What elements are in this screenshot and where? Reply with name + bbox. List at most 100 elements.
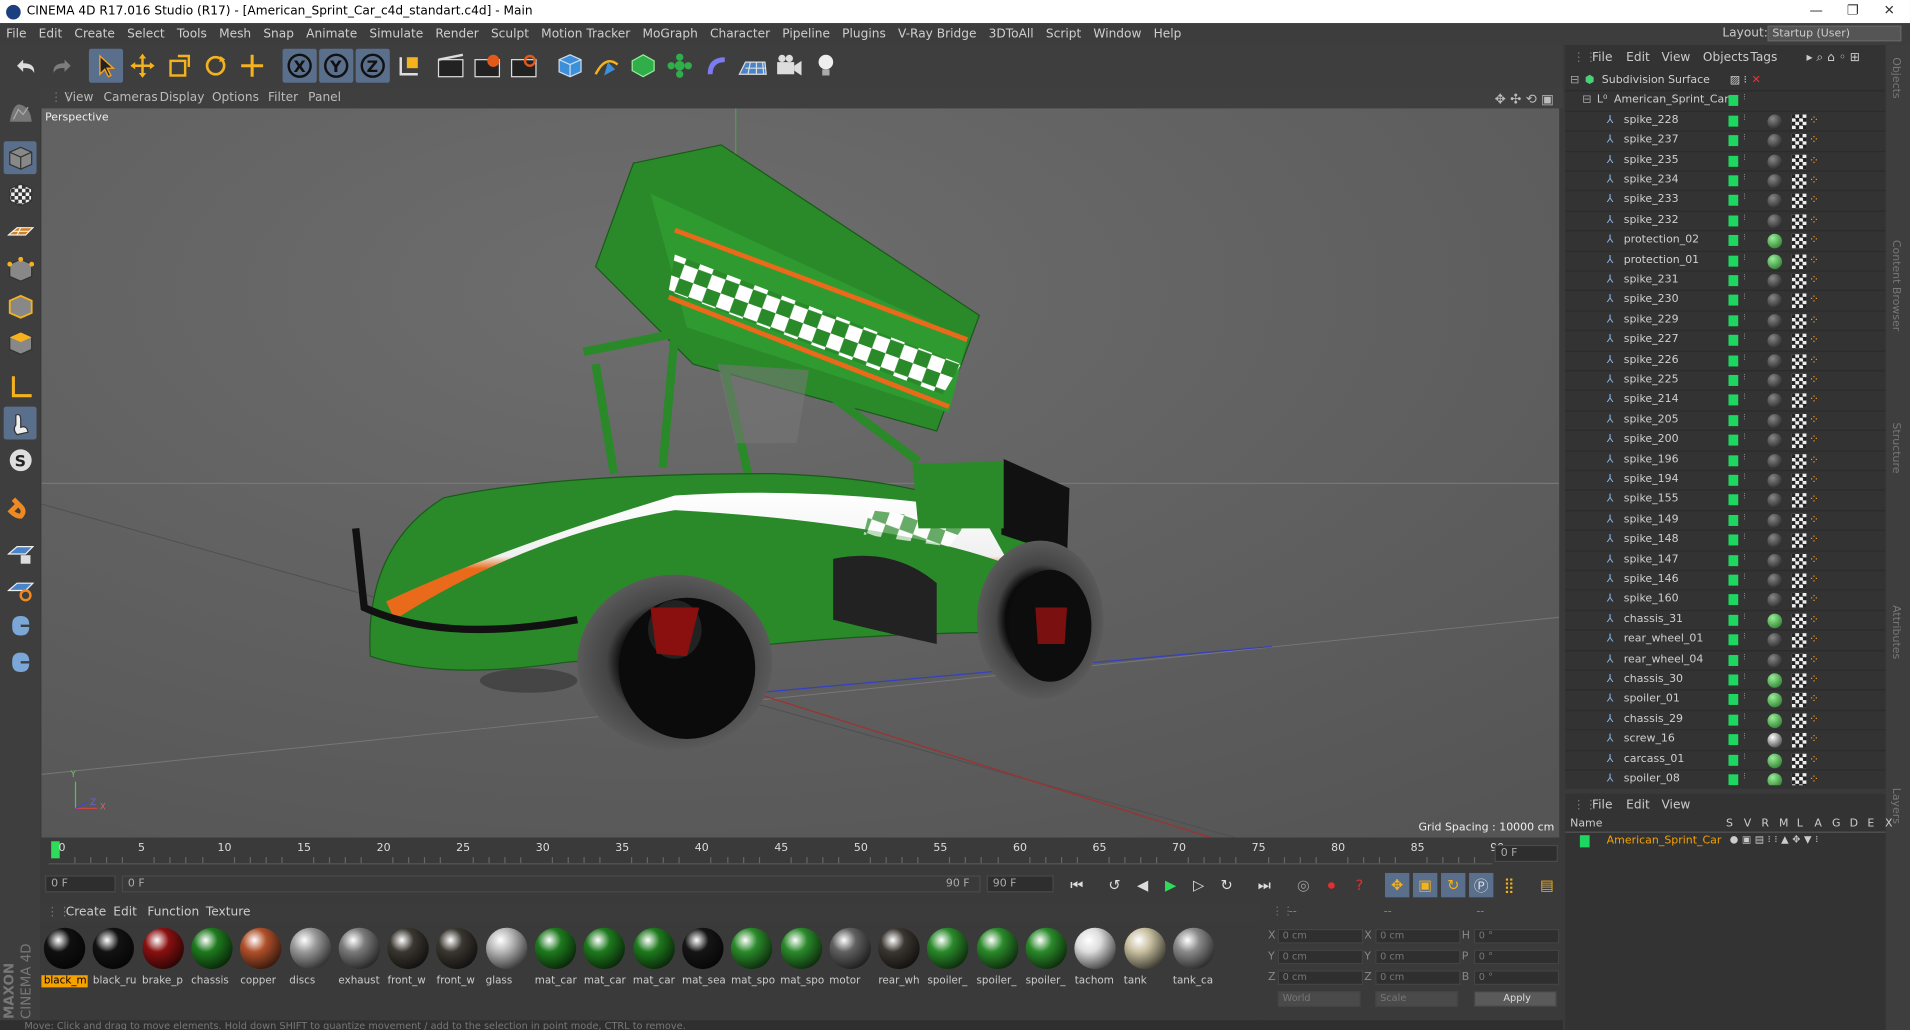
- layer-color-swatch[interactable]: [1728, 335, 1739, 346]
- visibility-dots-icon[interactable]: ⁝: [1743, 353, 1748, 367]
- tree-item[interactable]: ⅄ chassis_30 ⁝ ⁘: [1565, 671, 1886, 691]
- uvw-tag-icon[interactable]: [1791, 273, 1807, 289]
- move-icon[interactable]: [125, 49, 159, 83]
- material-swatch[interactable]: exhaust: [336, 925, 382, 987]
- menu-render[interactable]: Render: [429, 27, 485, 40]
- maximize-button[interactable]: ❐: [1834, 0, 1871, 23]
- material-tag-icon[interactable]: [1767, 513, 1783, 529]
- material-tag-icon[interactable]: [1767, 293, 1783, 309]
- material-tag-icon[interactable]: [1767, 154, 1783, 169]
- close-button[interactable]: ✕: [1871, 0, 1908, 23]
- om-menu-view[interactable]: View: [1661, 51, 1690, 64]
- lm-menu-file[interactable]: File: [1592, 799, 1612, 812]
- timeline[interactable]: 051015202530354045505560657075808590 0 F: [40, 837, 1563, 875]
- layer-column-header[interactable]: L: [1797, 818, 1803, 830]
- visibility-dots-icon[interactable]: ⁝: [1743, 313, 1748, 327]
- selection-tag-icon[interactable]: ⁘: [1809, 753, 1824, 768]
- menu-plugins[interactable]: Plugins: [836, 27, 892, 40]
- rot-p-field[interactable]: 0 °: [1473, 949, 1560, 965]
- uvw-tag-icon[interactable]: [1791, 733, 1807, 748]
- render-picture-viewer-icon[interactable]: [470, 49, 504, 83]
- size-z-field[interactable]: 0 cm: [1375, 970, 1461, 985]
- menu-pipeline[interactable]: Pipeline: [776, 27, 836, 40]
- object-tree[interactable]: ⊟ ⬢ Subdivision Surface ▨ ⁝ ✕ ⊟ L⁰ Ameri…: [1565, 72, 1886, 786]
- scale-icon[interactable]: [162, 49, 196, 83]
- uvw-tag-icon[interactable]: [1791, 293, 1807, 309]
- key-rotation-icon[interactable]: ↻: [1441, 872, 1466, 898]
- tree-item[interactable]: ⅄ spike_196 ⁝ ⁘: [1565, 451, 1886, 472]
- uvw-tag-icon[interactable]: [1791, 613, 1807, 628]
- material-swatch[interactable]: mat_car: [581, 925, 627, 987]
- uvw-tag-icon[interactable]: [1791, 373, 1807, 389]
- deformer-icon[interactable]: [699, 49, 733, 83]
- y-axis-lock-icon[interactable]: Y: [319, 48, 354, 83]
- z-axis-lock-icon[interactable]: Z: [355, 48, 390, 83]
- material-menu-create[interactable]: Create: [66, 906, 106, 919]
- uvw-tag-icon[interactable]: [1791, 693, 1807, 708]
- layer-column-header[interactable]: E: [1867, 818, 1874, 830]
- uvw-tag-icon[interactable]: [1791, 513, 1807, 529]
- visibility-dots-icon[interactable]: ⁝: [1743, 593, 1748, 607]
- uvw-tag-icon[interactable]: [1791, 713, 1807, 728]
- layout-select[interactable]: Startup (User): [1767, 25, 1902, 42]
- material-tag-icon[interactable]: [1767, 473, 1783, 489]
- uvw-tag-icon[interactable]: [1791, 214, 1807, 229]
- material-swatch[interactable]: front_w: [385, 925, 431, 987]
- material-swatch[interactable]: tank: [1121, 925, 1167, 987]
- om-menu-file[interactable]: File: [1592, 51, 1612, 64]
- snapping-icon[interactable]: S: [4, 443, 37, 476]
- uvw-tag-icon[interactable]: [1791, 453, 1807, 469]
- layer-color-swatch[interactable]: [1728, 374, 1739, 386]
- uvw-tag-icon[interactable]: [1791, 154, 1807, 169]
- material-tag-icon[interactable]: [1767, 413, 1783, 429]
- floor-icon[interactable]: [736, 49, 770, 83]
- selection-tag-icon[interactable]: ⁘: [1809, 294, 1824, 309]
- visibility-dots-icon[interactable]: ⁝: [1743, 373, 1748, 387]
- tree-item[interactable]: ⅄ spike_233 ⁝ ⁘: [1565, 192, 1886, 212]
- material-swatch[interactable]: tachom: [1072, 925, 1118, 987]
- play-icon[interactable]: ▶: [1158, 873, 1182, 897]
- visibility-dots-icon[interactable]: ⁝: [1743, 413, 1748, 427]
- visibility-dots-icon[interactable]: ⁝: [1743, 273, 1748, 287]
- visibility-dots-icon[interactable]: ⁝: [1743, 293, 1748, 307]
- uvw-tag-icon[interactable]: [1791, 134, 1807, 149]
- selection-tag-icon[interactable]: ⁘: [1809, 733, 1824, 748]
- material-swatch[interactable]: motor: [827, 925, 873, 987]
- go-to-start-icon[interactable]: ⏮: [1065, 873, 1089, 897]
- material-tag-icon[interactable]: [1767, 493, 1783, 509]
- tree-item[interactable]: ⅄ spike_230 ⁝ ⁘: [1565, 291, 1886, 312]
- record-icon[interactable]: ⏺: [1319, 873, 1343, 897]
- layer-column-header[interactable]: S: [1726, 818, 1733, 830]
- selection-tag-icon[interactable]: ⁘: [1809, 533, 1824, 548]
- size-x-field[interactable]: 0 cm: [1375, 928, 1461, 944]
- material-tag-icon[interactable]: [1767, 433, 1783, 449]
- visibility-dots-icon[interactable]: ⁝: [1743, 733, 1748, 746]
- menu-window[interactable]: Window: [1087, 27, 1147, 40]
- selection-tag-icon[interactable]: ⁘: [1809, 414, 1824, 429]
- tree-item[interactable]: ⅄ chassis_29 ⁝ ⁘: [1565, 711, 1886, 731]
- layer-column-header[interactable]: M: [1779, 818, 1788, 830]
- uvw-tag-icon[interactable]: [1791, 413, 1807, 429]
- uvw-tag-icon[interactable]: [1791, 433, 1807, 449]
- menu-mograph[interactable]: MoGraph: [636, 27, 704, 40]
- end-frame-field[interactable]: 90 F: [986, 875, 1054, 893]
- selection-tag-icon[interactable]: ⁘: [1809, 154, 1824, 169]
- tree-item[interactable]: ⅄ spike_200 ⁝ ⁘: [1565, 431, 1886, 452]
- material-menu-function[interactable]: Function: [147, 906, 199, 919]
- edges-mode-icon[interactable]: [4, 290, 37, 323]
- light-icon[interactable]: [809, 49, 843, 83]
- material-swatch[interactable]: black_ru: [91, 925, 137, 987]
- layer-color-swatch[interactable]: [1728, 454, 1739, 466]
- tree-item[interactable]: ⅄ spike_231 ⁝ ⁘: [1565, 272, 1886, 292]
- pen-spline-icon[interactable]: [590, 49, 624, 83]
- redo-icon[interactable]: [45, 49, 79, 83]
- visibility-dots-icon[interactable]: ⁝: [1743, 613, 1748, 627]
- selection-tag-icon[interactable]: ⁘: [1809, 454, 1824, 469]
- material-tag-icon[interactable]: [1767, 773, 1783, 786]
- go-to-end-icon[interactable]: ⏭: [1252, 873, 1276, 897]
- uvw-tag-icon[interactable]: [1791, 773, 1807, 786]
- minimize-button[interactable]: —: [1798, 0, 1835, 23]
- visibility-dots-icon[interactable]: ⁝: [1743, 333, 1748, 347]
- menu-character[interactable]: Character: [704, 27, 776, 40]
- key-parameter-icon[interactable]: Ⓟ: [1469, 872, 1494, 898]
